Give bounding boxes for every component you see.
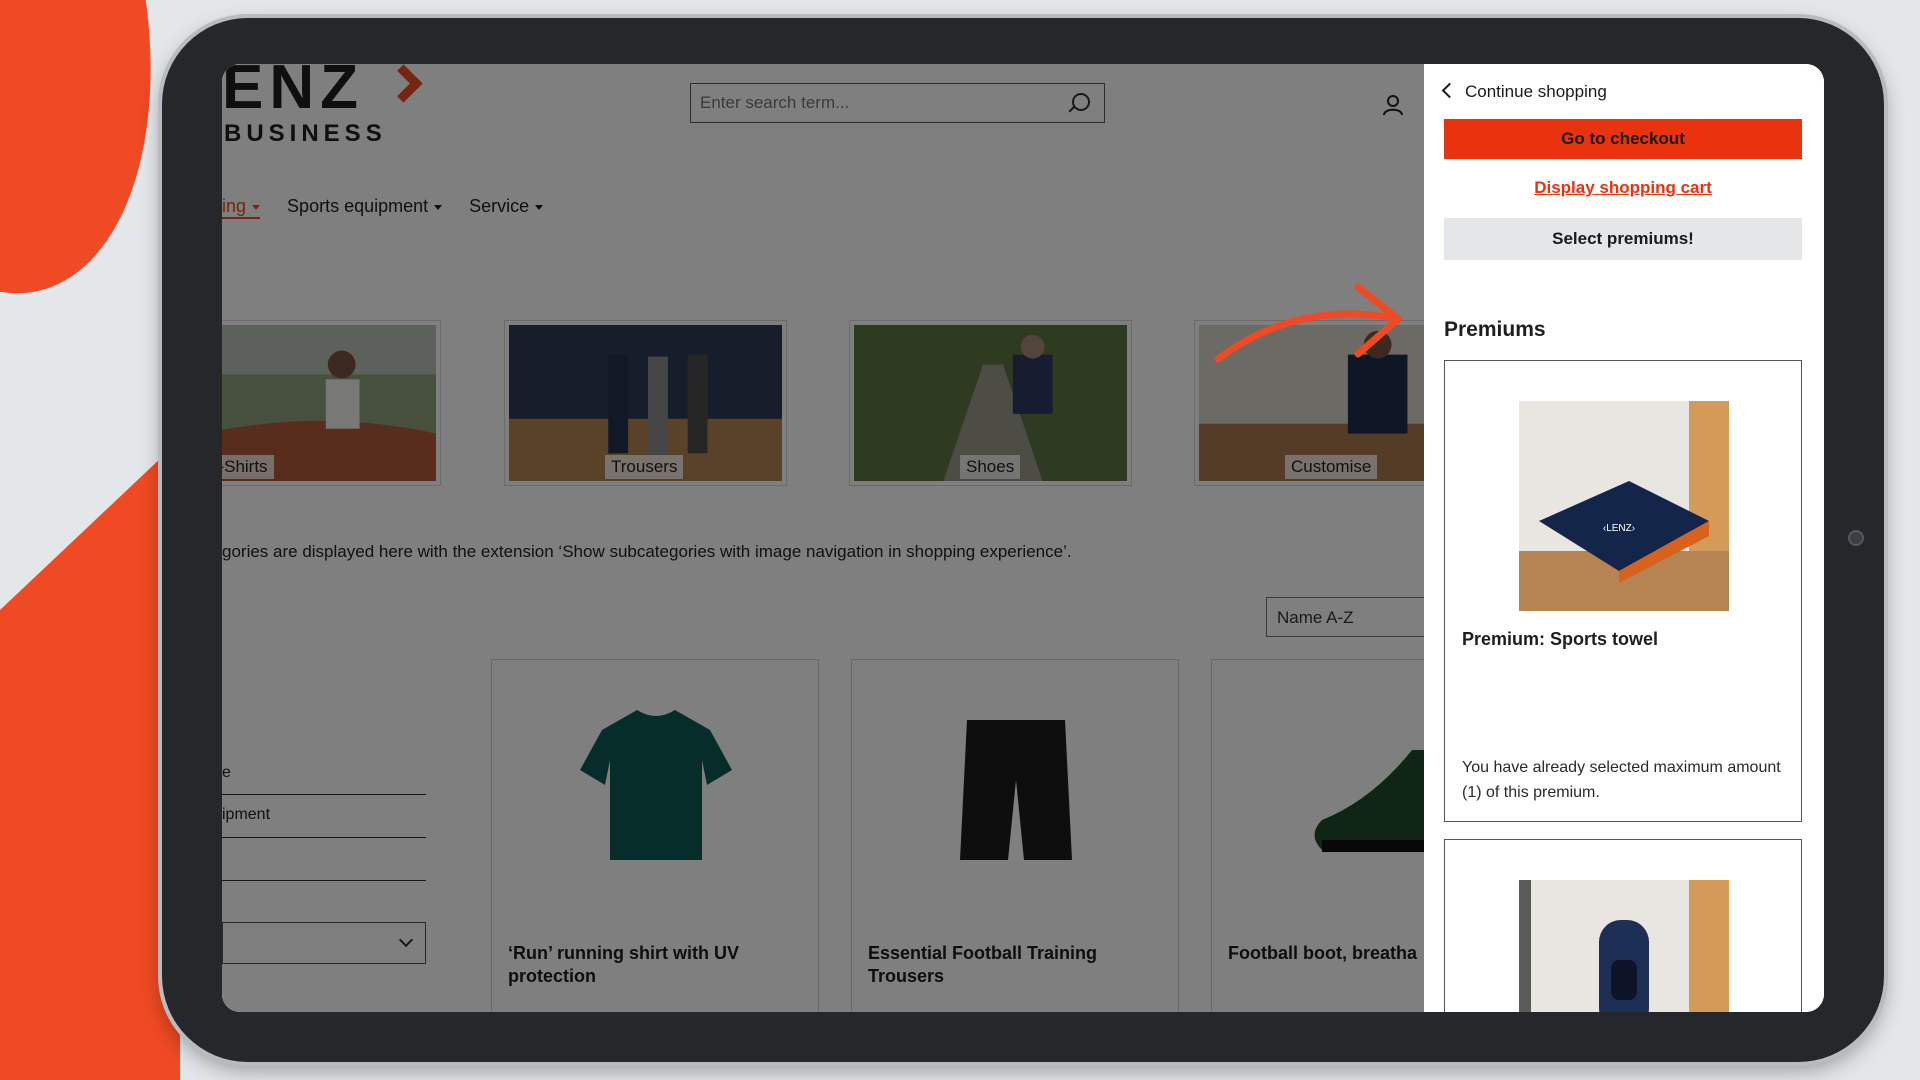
continue-shopping-label: Continue shopping	[1465, 82, 1607, 101]
tablet-screen: ENZ BUSINESS ing Sports equipment Servic…	[222, 64, 1824, 1012]
premiums-heading: Premiums	[1444, 318, 1546, 341]
camera-icon	[1848, 530, 1864, 546]
offcanvas-cart: Continue shopping Go to checkout Display…	[1424, 64, 1824, 1012]
shop-page: ENZ BUSINESS ing Sports equipment Servic…	[222, 64, 1424, 1012]
premium-card[interactable]: ‹LENZ› Premium: Sports towel You have al…	[1444, 360, 1802, 822]
premium-card[interactable]	[1444, 839, 1802, 1012]
premium-title: Premium: Sports towel	[1462, 629, 1659, 649]
display-cart-link[interactable]: Display shopping cart	[1444, 178, 1802, 198]
premium-note: You have already selected maximum amount…	[1462, 759, 1781, 801]
svg-text:‹LENZ›: ‹LENZ›	[1603, 523, 1635, 534]
checkout-button[interactable]: Go to checkout	[1444, 119, 1802, 159]
select-premiums-button[interactable]: Select premiums!	[1444, 218, 1802, 260]
annotation-arrow-icon	[1214, 283, 1402, 363]
premium-image-fitness-band	[1519, 880, 1729, 1012]
chevron-left-icon	[1441, 82, 1458, 99]
premium-image-towel: ‹LENZ›	[1519, 401, 1729, 611]
continue-shopping-link[interactable]: Continue shopping	[1441, 82, 1607, 102]
page-overlay[interactable]	[222, 64, 1424, 1012]
